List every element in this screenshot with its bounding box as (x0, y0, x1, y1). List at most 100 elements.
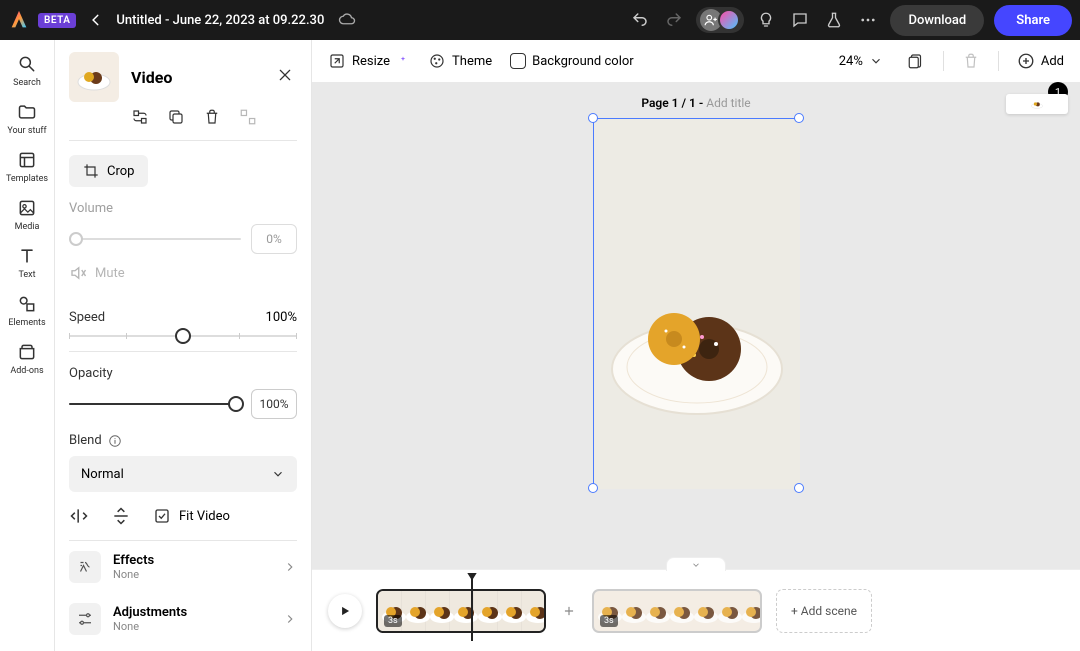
theme-label: Theme (452, 54, 492, 69)
opacity-value[interactable]: 100% (251, 389, 297, 419)
rail-templates[interactable]: Templates (0, 150, 54, 184)
chevron-down-icon (869, 54, 883, 68)
replace-media-icon[interactable] (131, 108, 151, 128)
mute-toggle[interactable]: Mute (69, 264, 297, 282)
page-label[interactable]: Page 1 / 1 - Add title (641, 96, 750, 110)
timeline-clip[interactable]: 3s (592, 589, 762, 633)
rail-addons-label: Add-ons (10, 366, 43, 376)
delete-icon[interactable] (203, 108, 223, 128)
canvas-area: Resize Theme Background color 24% (312, 40, 1080, 651)
comment-icon[interactable] (788, 8, 812, 32)
opacity-slider[interactable] (69, 403, 241, 405)
rail-your-stuff-label: Your stuff (7, 126, 46, 136)
topbar: BETA Untitled - June 22, 2023 at 09.22.3… (0, 0, 1080, 40)
lightbulb-icon[interactable] (754, 8, 778, 32)
crop-label: Crop (107, 164, 134, 179)
timeline: 3s 3s (312, 569, 1080, 651)
adjustments-accordion[interactable]: AdjustmentsNone (55, 593, 311, 645)
redo-button[interactable] (662, 8, 686, 32)
close-panel-button[interactable] (277, 67, 297, 87)
chevron-down-icon (689, 560, 703, 570)
resize-handle[interactable] (588, 483, 598, 493)
left-rail: Search Your stuff Templates Media Text E… (0, 40, 55, 651)
rail-text-label: Text (18, 270, 35, 280)
delete-page-icon[interactable] (962, 52, 980, 70)
bg-color-button[interactable]: Background color (510, 53, 634, 69)
adjustments-icon (69, 603, 101, 635)
resize-handle[interactable] (794, 113, 804, 123)
rail-media[interactable]: Media (0, 198, 54, 232)
resize-label: Resize (352, 54, 390, 69)
plus-circle-icon (1017, 52, 1035, 70)
blend-label: Blend (69, 433, 102, 448)
crop-button[interactable]: Crop (69, 155, 148, 187)
volume-slider[interactable] (69, 238, 241, 240)
rail-templates-label: Templates (6, 174, 48, 184)
theme-icon (428, 52, 446, 70)
rail-your-stuff[interactable]: Your stuff (0, 102, 54, 136)
crop-icon (83, 163, 99, 179)
beta-badge: BETA (38, 13, 76, 28)
timeline-play-button[interactable] (328, 594, 362, 628)
volume-label: Volume (69, 201, 297, 216)
add-button[interactable]: Add (1017, 52, 1064, 70)
bg-label: Background color (532, 54, 634, 69)
resize-handle[interactable] (588, 113, 598, 123)
effects-sub: None (113, 568, 271, 581)
fit-video-label: Fit Video (179, 509, 230, 524)
ungroup-icon[interactable] (239, 108, 259, 128)
resize-handle[interactable] (794, 483, 804, 493)
rail-elements-label: Elements (8, 318, 45, 328)
rail-addons[interactable]: Add-ons (0, 342, 54, 376)
flip-horizontal-icon[interactable] (69, 506, 89, 526)
collaborator-avatars[interactable] (696, 7, 744, 33)
add-between-clips-button[interactable] (560, 602, 578, 620)
playhead[interactable] (471, 579, 473, 641)
effects-icon (69, 551, 101, 583)
rail-elements[interactable]: Elements (0, 294, 54, 328)
info-icon[interactable] (108, 434, 122, 448)
rail-search[interactable]: Search (0, 54, 54, 88)
resize-icon (328, 52, 346, 70)
back-button[interactable] (84, 8, 108, 32)
fit-icon (153, 507, 171, 525)
zoom-control[interactable]: 24% (839, 54, 883, 69)
rail-text[interactable]: Text (0, 246, 54, 280)
adjustments-title: Adjustments (113, 605, 271, 620)
artboard[interactable] (593, 118, 799, 488)
timeline-collapse-toggle[interactable] (666, 557, 726, 571)
blend-select[interactable]: Normal (69, 456, 297, 492)
animation-accordion[interactable]: AnimationNone (55, 645, 311, 651)
timeline-clip[interactable]: 3s (376, 589, 546, 633)
chevron-down-icon (271, 467, 285, 481)
user-avatar (718, 9, 740, 31)
effects-accordion[interactable]: EffectsNone (55, 541, 311, 593)
properties-panel: Video Crop Volume 0% (55, 40, 312, 651)
theme-button[interactable]: Theme (428, 52, 492, 70)
beaker-icon[interactable] (822, 8, 846, 32)
stage[interactable]: Page 1 / 1 - Add title 1 (312, 82, 1080, 569)
speed-slider[interactable] (69, 335, 297, 337)
add-scene-label: + Add scene (791, 604, 857, 618)
page-number: Page 1 / 1 - (641, 96, 706, 110)
pages-icon[interactable] (907, 52, 925, 70)
duplicate-icon[interactable] (167, 108, 187, 128)
resize-button[interactable]: Resize (328, 52, 410, 70)
cloud-sync-icon (338, 11, 356, 29)
add-label: Add (1041, 54, 1064, 69)
more-icon[interactable] (856, 8, 880, 32)
document-title[interactable]: Untitled - June 22, 2023 at 09.22.30 (116, 13, 324, 28)
speed-label: Speed (69, 310, 105, 325)
speed-value: 100% (266, 310, 297, 325)
flip-vertical-icon[interactable] (111, 506, 131, 526)
blend-value: Normal (81, 467, 124, 482)
share-button[interactable]: Share (994, 5, 1072, 36)
page-thumbnail[interactable] (1006, 94, 1068, 114)
panel-title: Video (131, 68, 265, 87)
undo-button[interactable] (628, 8, 652, 32)
add-scene-button[interactable]: + Add scene (776, 589, 872, 633)
effects-title: Effects (113, 553, 271, 568)
download-button[interactable]: Download (890, 5, 984, 36)
fit-video-button[interactable]: Fit Video (153, 507, 230, 525)
clip-duration: 3s (384, 615, 402, 627)
